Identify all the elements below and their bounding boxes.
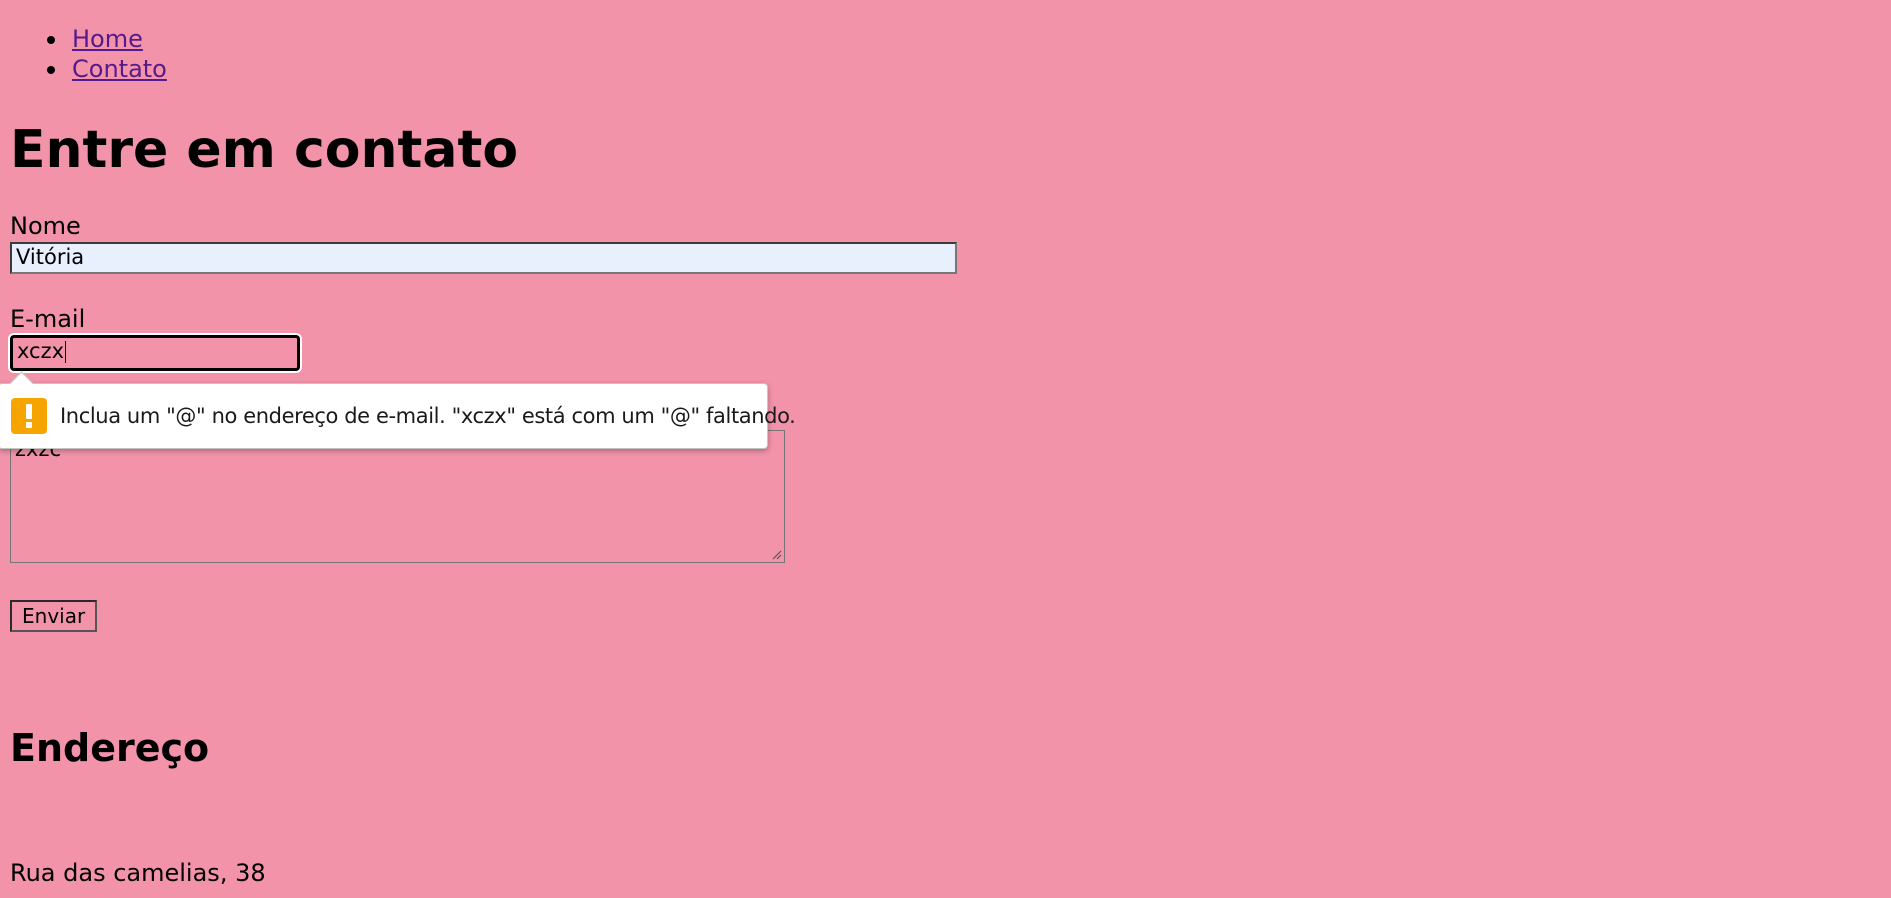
submit-button[interactable]: Enviar [10,600,98,632]
nav-item-contato: Contato [47,54,167,84]
text-caret [65,341,67,363]
contato-link[interactable]: Contato [72,55,167,83]
message-textarea[interactable]: zxzc [10,430,785,563]
name-field[interactable]: Vitória [10,242,957,274]
home-link[interactable]: Home [72,25,143,53]
nav-item-home: Home [47,24,167,54]
name-field-value: Vitória [16,245,85,269]
email-field-value: xczx [17,339,65,363]
validation-tooltip: Inclua um "@" no endereço de e-mail. "xc… [0,371,796,449]
resize-handle-icon[interactable] [770,548,782,560]
tooltip-message: Inclua um "@" no endereço de e-mail. "xc… [60,404,796,428]
address-text: Rua das camelias, 38 [10,859,266,887]
name-label: Nome [10,212,81,240]
nav-menu: Home Contato [0,24,167,84]
warning-icon [11,398,47,434]
page-title: Entre em contato [10,120,519,180]
tooltip-arrow [9,371,34,396]
email-field[interactable]: xczx [10,335,300,371]
email-label: E-mail [10,305,86,333]
address-heading: Endereço [10,726,210,770]
page: Home Contato Entre em contato Nome Vitór… [0,0,1891,898]
